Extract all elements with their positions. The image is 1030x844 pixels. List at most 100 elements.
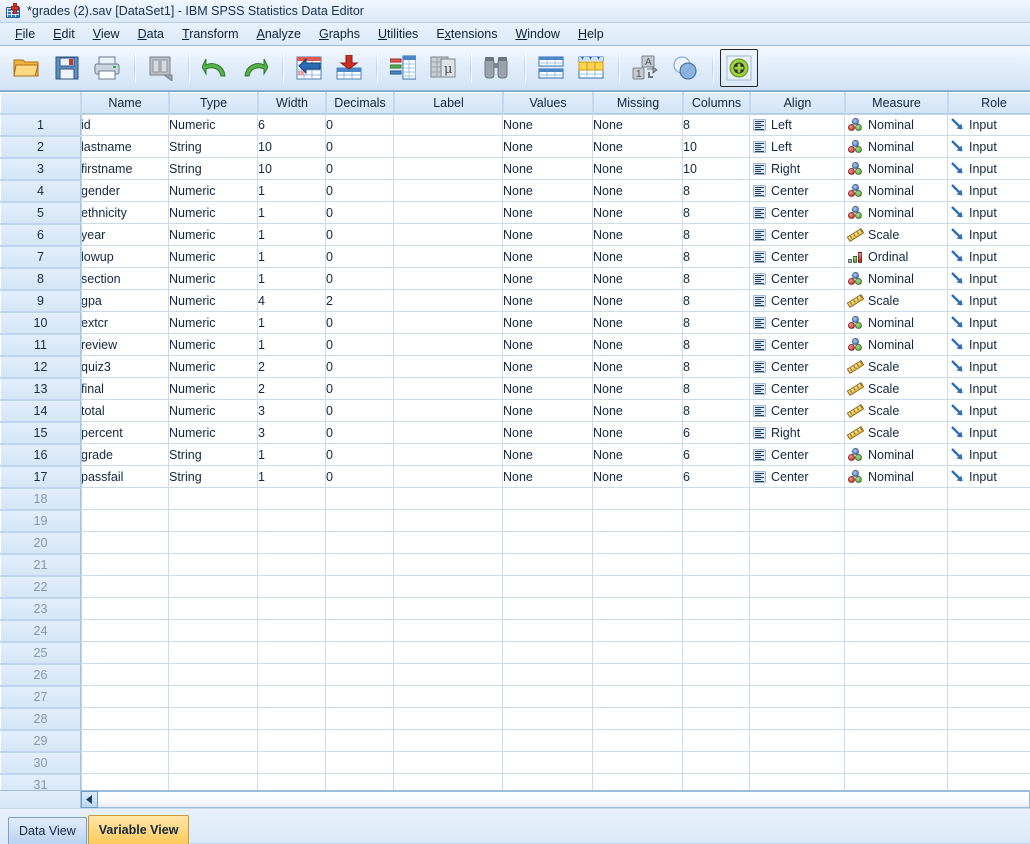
table-row[interactable]: 23 bbox=[0, 597, 1030, 621]
cell-align[interactable]: Left bbox=[750, 114, 845, 136]
cell-columns[interactable]: 8 bbox=[683, 268, 750, 290]
cell-measure[interactable]: Scale bbox=[845, 378, 948, 400]
cell-label[interactable] bbox=[394, 136, 503, 158]
cell-type[interactable]: String bbox=[169, 466, 258, 488]
cell-empty[interactable] bbox=[169, 488, 258, 510]
cell-missing[interactable]: None bbox=[593, 246, 683, 268]
row-header[interactable]: 16 bbox=[0, 443, 82, 467]
cell-empty[interactable] bbox=[81, 488, 169, 510]
cell-empty[interactable] bbox=[845, 554, 948, 576]
horizontal-scrollbar[interactable] bbox=[0, 790, 1030, 808]
cell-empty[interactable] bbox=[326, 642, 394, 664]
cell-empty[interactable] bbox=[258, 532, 326, 554]
cell-empty[interactable] bbox=[683, 664, 750, 686]
cell-label[interactable] bbox=[394, 246, 503, 268]
cell-empty[interactable] bbox=[593, 730, 683, 752]
cell-empty[interactable] bbox=[845, 774, 948, 790]
menu-item-data[interactable]: Data bbox=[129, 25, 173, 43]
cell-empty[interactable] bbox=[948, 642, 1030, 664]
cell-columns[interactable]: 8 bbox=[683, 290, 750, 312]
cell-missing[interactable]: None bbox=[593, 444, 683, 466]
cell-missing[interactable]: None bbox=[593, 378, 683, 400]
cell-empty[interactable] bbox=[394, 730, 503, 752]
cell-empty[interactable] bbox=[258, 708, 326, 730]
row-header[interactable]: 18 bbox=[0, 487, 82, 511]
cell-decimals[interactable]: 2 bbox=[326, 290, 394, 312]
cell-empty[interactable] bbox=[326, 686, 394, 708]
cell-empty[interactable] bbox=[503, 752, 593, 774]
cell-type[interactable]: Numeric bbox=[169, 400, 258, 422]
cell-empty[interactable] bbox=[258, 642, 326, 664]
cell-empty[interactable] bbox=[593, 576, 683, 598]
cell-empty[interactable] bbox=[81, 730, 169, 752]
cell-missing[interactable]: None bbox=[593, 312, 683, 334]
cell-values[interactable]: None bbox=[503, 202, 593, 224]
cell-align[interactable]: Center bbox=[750, 466, 845, 488]
cell-role[interactable]: Input bbox=[948, 356, 1030, 378]
print-icon[interactable] bbox=[88, 49, 126, 87]
cell-align[interactable]: Center bbox=[750, 378, 845, 400]
cell-name[interactable]: extcr bbox=[81, 312, 169, 334]
cell-empty[interactable] bbox=[169, 576, 258, 598]
cell-decimals[interactable]: 0 bbox=[326, 224, 394, 246]
cell-name[interactable]: year bbox=[81, 224, 169, 246]
cell-empty[interactable] bbox=[683, 488, 750, 510]
row-header[interactable]: 3 bbox=[0, 157, 82, 181]
table-row[interactable]: 14 total Numeric 3 0 None None 8 Center Scale Inpu… bbox=[0, 399, 1030, 423]
cell-decimals[interactable]: 0 bbox=[326, 158, 394, 180]
cell-align[interactable]: Center bbox=[750, 444, 845, 466]
cell-empty[interactable] bbox=[593, 642, 683, 664]
cell-width[interactable]: 1 bbox=[258, 180, 326, 202]
cell-empty[interactable] bbox=[169, 510, 258, 532]
cell-measure[interactable]: Nominal bbox=[845, 202, 948, 224]
cell-missing[interactable]: None bbox=[593, 114, 683, 136]
table-row[interactable]: 15 percent Numeric 3 0 None None 6 Right Scale Inp… bbox=[0, 421, 1030, 445]
menu-item-file[interactable]: File bbox=[6, 25, 44, 43]
cell-measure[interactable]: Nominal bbox=[845, 334, 948, 356]
cell-role[interactable]: Input bbox=[948, 290, 1030, 312]
cell-align[interactable]: Right bbox=[750, 158, 845, 180]
cell-empty[interactable] bbox=[948, 488, 1030, 510]
column-header-missing[interactable]: Missing bbox=[592, 92, 684, 115]
cell-columns[interactable]: 10 bbox=[683, 136, 750, 158]
cell-label[interactable] bbox=[394, 334, 503, 356]
cell-empty[interactable] bbox=[394, 774, 503, 790]
value-labels-icon[interactable]: A1 bbox=[626, 49, 664, 87]
row-header[interactable]: 10 bbox=[0, 311, 82, 335]
row-header[interactable]: 21 bbox=[0, 553, 82, 577]
cell-missing[interactable]: None bbox=[593, 224, 683, 246]
cell-columns[interactable]: 8 bbox=[683, 114, 750, 136]
cell-missing[interactable]: None bbox=[593, 400, 683, 422]
cell-empty[interactable] bbox=[683, 532, 750, 554]
cell-empty[interactable] bbox=[750, 752, 845, 774]
cell-empty[interactable] bbox=[394, 686, 503, 708]
cell-empty[interactable] bbox=[750, 576, 845, 598]
cell-empty[interactable] bbox=[258, 576, 326, 598]
cell-name[interactable]: passfail bbox=[81, 466, 169, 488]
cell-measure[interactable]: Nominal bbox=[845, 180, 948, 202]
menu-item-window[interactable]: Window bbox=[506, 25, 568, 43]
cell-type[interactable]: Numeric bbox=[169, 378, 258, 400]
cell-empty[interactable] bbox=[394, 510, 503, 532]
table-row[interactable]: 25 bbox=[0, 641, 1030, 665]
cell-empty[interactable] bbox=[81, 532, 169, 554]
cell-empty[interactable] bbox=[683, 554, 750, 576]
table-row[interactable]: 13 final Numeric 2 0 None None 8 Center Scale Inpu… bbox=[0, 377, 1030, 401]
cell-empty[interactable] bbox=[326, 664, 394, 686]
cell-values[interactable]: None bbox=[503, 180, 593, 202]
cell-missing[interactable]: None bbox=[593, 334, 683, 356]
cell-measure[interactable]: Scale bbox=[845, 224, 948, 246]
cell-empty[interactable] bbox=[503, 620, 593, 642]
cell-empty[interactable] bbox=[326, 488, 394, 510]
cell-values[interactable]: None bbox=[503, 334, 593, 356]
cell-empty[interactable] bbox=[81, 774, 169, 790]
cell-values[interactable]: None bbox=[503, 378, 593, 400]
cell-width[interactable]: 6 bbox=[258, 114, 326, 136]
cell-missing[interactable]: None bbox=[593, 202, 683, 224]
cell-name[interactable]: final bbox=[81, 378, 169, 400]
cell-empty[interactable] bbox=[750, 620, 845, 642]
cell-width[interactable]: 2 bbox=[258, 378, 326, 400]
cell-type[interactable]: Numeric bbox=[169, 422, 258, 444]
cell-empty[interactable] bbox=[750, 554, 845, 576]
cell-empty[interactable] bbox=[845, 620, 948, 642]
